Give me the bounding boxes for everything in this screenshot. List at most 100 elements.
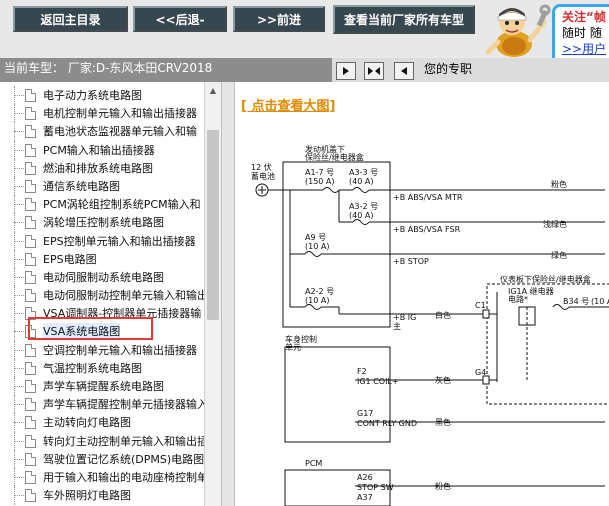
tree-item-label: 蓄电池状态监视器单元输入和输 <box>43 125 197 139</box>
fuse-a2-2-label: A2-2 号 <box>305 287 334 296</box>
forward-button[interactable]: >>前进 <box>233 6 325 32</box>
tree-item-label: 车外照明灯电路图 <box>43 489 131 503</box>
pin-g4: G4 <box>475 368 486 377</box>
tree-item[interactable]: 电机控制单元输入和输出插接器 <box>0 104 204 123</box>
document-icon <box>25 470 36 484</box>
wire-color-white: 白色 <box>435 310 451 320</box>
tree-connector <box>14 422 24 424</box>
tree-item-label: VSA系统电路图 <box>43 323 121 340</box>
document-icon <box>25 380 36 393</box>
tree-item[interactable]: 用于输入和输出的电动座椅控制单 <box>0 467 204 487</box>
view-all-models-button[interactable]: 查看当前厂家所有车型 <box>333 5 475 34</box>
tree-item-label: 声学车辆提醒系统电路图 <box>43 380 164 393</box>
fuse-b34-amp: (10 A <box>591 297 609 306</box>
signal-stop: +B STOP <box>393 257 429 266</box>
fuse-a3-3-amp: (40 A) <box>349 177 373 186</box>
panel-divider[interactable] <box>221 82 235 506</box>
document-icon <box>25 161 36 175</box>
signal-stop-sw: STOP SW <box>357 483 394 492</box>
tree-item[interactable]: VSA系统电路图 <box>0 322 204 341</box>
list-scrollbar[interactable]: ▲ <box>204 82 221 506</box>
tree-connector <box>14 149 24 151</box>
pcm-label: PCM <box>305 459 322 468</box>
tree-item-label: 主动转向灯电路图 <box>43 416 131 430</box>
tree-item[interactable]: 气温控制系统电路图 <box>0 358 204 377</box>
notice-title: 关注“帧 <box>562 10 606 24</box>
back-button[interactable]: <<后退- <box>133 6 227 32</box>
scroll-up-icon[interactable]: ▲ <box>205 82 221 98</box>
tree-connector <box>14 185 24 187</box>
document-icon <box>25 89 36 102</box>
tree-item[interactable]: 声学车辆提醒系统电路图 <box>0 377 204 396</box>
tree-item[interactable]: EPS控制单元输入和输出插接器 <box>0 231 204 250</box>
tree-item[interactable]: 空调控制单元输入和输出插接器 <box>0 340 204 359</box>
tree-item[interactable]: 电子动力系统电路图 <box>0 86 204 105</box>
scrollbar-thumb[interactable] <box>207 130 219 320</box>
tree-connector <box>14 113 24 115</box>
wire-color-pink-2: 粉色 <box>435 481 451 491</box>
fuse-a3-2-amp: (40 A) <box>349 211 373 220</box>
tree-item[interactable]: 声学车辆提醒控制单元插接器输入 <box>0 395 204 414</box>
signal-ig-main: 主 <box>393 321 401 331</box>
signal-abs-mtr: +B ABS/VSA MTR <box>393 193 463 202</box>
wire-color-lightgreen: 浅绿色 <box>543 219 567 229</box>
tree-item-label: 电机控制单元输入和输出插接器 <box>43 107 197 121</box>
tree-item[interactable]: EPS电路图 <box>0 249 204 268</box>
tree-item-label: 用于输入和输出的电动座椅控制单 <box>43 470 204 484</box>
tree-item[interactable]: 燃油和排放系统电路图 <box>0 158 204 177</box>
tree-item[interactable]: 电动伺服制动系统电路图 <box>0 267 204 287</box>
fuse-a2-2-amp: (10 A) <box>305 296 329 305</box>
tree-connector <box>14 495 24 497</box>
tree-item[interactable]: 车外照明灯电路图 <box>0 486 204 505</box>
document-icon <box>25 216 36 230</box>
notice-user-link[interactable]: >>用户 <box>562 41 609 57</box>
tree-connector <box>14 240 24 242</box>
tree-item[interactable]: 主动转向灯电路图 <box>0 413 204 432</box>
battery-label: 蓄电池 <box>251 171 275 181</box>
tree-connector <box>14 458 24 460</box>
wire-color-gray: 灰色 <box>435 375 451 385</box>
pin-a37: A37 <box>357 493 373 502</box>
view-right-panel-button[interactable] <box>336 62 356 80</box>
document-icon <box>25 270 36 284</box>
tree-item-label: 气温控制系统电路图 <box>43 361 142 375</box>
fuse-b34-label: B34 号 <box>563 297 589 306</box>
notice-text: 随时 随 <box>562 26 602 40</box>
document-icon <box>25 125 36 139</box>
tree-item[interactable]: PCM输入和输出插接器 <box>0 140 204 159</box>
view-left-panel-button[interactable] <box>394 62 414 80</box>
tree-connector <box>14 440 24 442</box>
tree-item[interactable]: VSA调制器-控制器单元插接器输 <box>0 304 204 323</box>
tree-item[interactable]: PCM涡轮组控制系统PCM输入和 <box>0 195 204 214</box>
pin-a26: A26 <box>357 473 373 482</box>
tree-item[interactable]: 通信系统电路图 <box>0 176 204 196</box>
tree-connector <box>14 95 24 96</box>
tree-item[interactable]: 电动伺服制动控制单元输入和输出 <box>0 286 204 305</box>
tree-item[interactable]: 涡轮增压控制系统电路图 <box>0 213 204 232</box>
document-icon <box>25 107 36 121</box>
relay-circuit-label: 电路* <box>508 294 528 304</box>
tree-item-label: EPS电路图 <box>43 252 97 266</box>
document-icon <box>25 489 36 503</box>
view-both-panels-button[interactable] <box>364 62 384 80</box>
tree-item[interactable]: 驾驶位置记忆系统(DPMS)电路图 <box>0 449 204 468</box>
tree-connector <box>14 258 24 260</box>
document-icon <box>25 343 36 357</box>
tree-connector <box>14 404 24 406</box>
arrow-left-icon <box>401 67 407 75</box>
tree-item-label: 通信系统电路图 <box>43 179 120 193</box>
document-icon <box>25 143 36 157</box>
document-icon <box>25 307 36 321</box>
split-arrows-icon <box>368 67 380 75</box>
tree-connector <box>14 204 24 206</box>
tree-item[interactable]: 转向灯主动控制单元输入和输出插 <box>0 431 204 450</box>
tree-item-label: PCM涡轮组控制系统PCM输入和 <box>43 198 201 212</box>
tree-item[interactable]: 蓄电池状态监视器单元输入和输 <box>0 122 204 141</box>
wiring-diagram[interactable]: 12 伏 蓄电池 发动机盖下 保险丝/继电器盒 A1-7 号 (150 A) A… <box>235 82 609 506</box>
tree-item-label: EPS控制单元输入和输出插接器 <box>43 234 196 248</box>
tree-item-label: 电动伺服制动系统电路图 <box>43 270 164 284</box>
status-bar: 当前车型： 厂家:D-东风本田CRV2018 您的专职 <box>0 58 609 82</box>
wire-color-green: 绿色 <box>551 250 567 260</box>
home-menu-button[interactable]: 返回主目录 <box>13 6 128 32</box>
document-icon <box>25 198 36 212</box>
